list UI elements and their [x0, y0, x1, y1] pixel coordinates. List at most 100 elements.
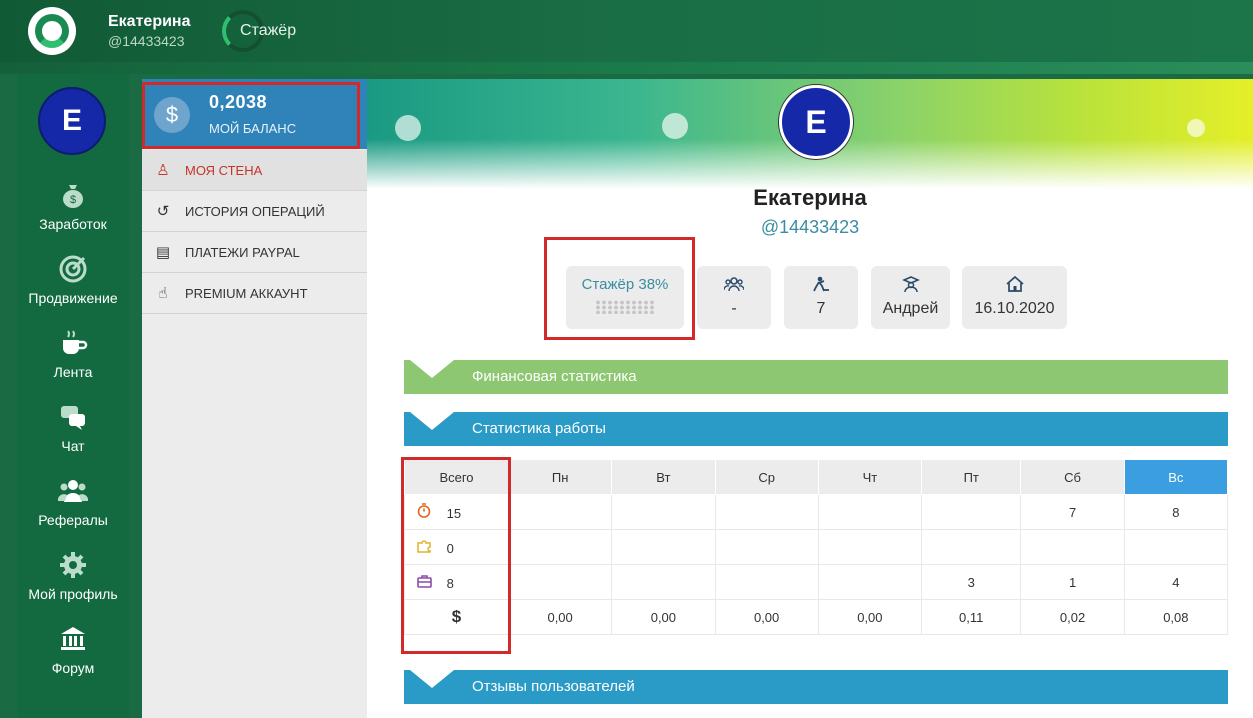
stat-card-mentor[interactable]: Андрей	[871, 266, 950, 329]
stat-card-joined[interactable]: 16.10.2020	[962, 266, 1067, 329]
chat-bubbles-icon	[61, 406, 85, 430]
table-cell: 0,02	[1020, 599, 1125, 635]
work-stats-table: Всего Пн Вт Ср Чт Пт Сб Вс 15 7 8 0 8 3 …	[404, 459, 1229, 635]
section-user-reviews[interactable]: Отзывы пользователей	[404, 670, 1228, 704]
table-cell	[817, 529, 923, 565]
column-header: Всего	[404, 459, 509, 495]
table-cell: 0,00	[611, 599, 716, 635]
top-user-name[interactable]: Екатерина	[108, 13, 190, 31]
table-cell	[611, 494, 716, 530]
stat-value: Андрей	[882, 300, 939, 317]
sub-menu: $ 0,2038 МОЙ БАЛАНС ♙ МОЯ СТЕНА ↺ ИСТОРИ…	[142, 79, 367, 718]
stat-card-referrals[interactable]: -	[697, 266, 771, 329]
stat-value: 7	[816, 300, 826, 317]
worker-icon	[784, 276, 858, 294]
table-header-row: Всего Пн Вт Ср Чт Пт Сб Вс	[404, 459, 1229, 495]
menu-item-premium[interactable]: ☝ PREMIUM АККАУНТ	[142, 273, 367, 314]
row-total: 15	[446, 506, 462, 521]
table-cell	[920, 494, 1022, 530]
top-bar: Екатерина @14433423 Стажёр	[0, 0, 1253, 62]
menu-item-label: PREMIUM АККАУНТ	[185, 285, 308, 301]
nav-label: Рефералы	[38, 512, 108, 528]
table-cell: 1	[1020, 564, 1125, 600]
column-header: Пн	[507, 459, 613, 495]
balance-label: МОЙ БАЛАНС	[209, 121, 297, 136]
app-logo[interactable]	[28, 7, 76, 55]
avatar[interactable]: Е	[38, 87, 106, 155]
table-cell	[714, 564, 819, 600]
table-cell	[920, 529, 1022, 565]
nav-item-referrals[interactable]: Рефералы	[17, 476, 129, 528]
nav-item-profile[interactable]: Мой профиль	[17, 550, 129, 602]
top-stripe	[0, 62, 1253, 74]
stat-value: -	[731, 300, 737, 317]
referrals-icon	[697, 276, 771, 294]
nav-label: Мой профиль	[28, 586, 118, 602]
money-bag-icon: $	[63, 185, 83, 208]
nav-item-forum[interactable]: Форум	[17, 624, 129, 676]
table-row: 0	[404, 529, 1229, 565]
chevron-down-icon	[410, 360, 454, 378]
nav-label: Лента	[53, 364, 93, 380]
nav-label: Чат	[61, 438, 85, 454]
table-cell	[714, 529, 819, 565]
nav-item-earnings[interactable]: $ Заработок	[17, 180, 129, 232]
profile-handle: @14433423	[760, 217, 860, 237]
column-header: Чт	[817, 459, 923, 495]
menu-item-my-wall[interactable]: ♙ МОЯ СТЕНА	[142, 150, 367, 191]
logo-ring-icon	[35, 14, 69, 48]
balance-panel[interactable]: $ 0,2038 МОЙ БАЛАНС	[142, 79, 367, 149]
stat-value: 16.10.2020	[974, 300, 1055, 317]
gear-icon	[60, 552, 86, 578]
wall-icon: ♙	[156, 162, 170, 179]
menu-item-history[interactable]: ↺ ИСТОРИЯ ОПЕРАЦИЙ	[142, 191, 367, 232]
table-row: 8 3 1 4	[404, 564, 1229, 600]
chevron-down-icon	[410, 412, 454, 430]
column-header: Ср	[714, 459, 819, 495]
clipboard-icon: ▤	[155, 244, 171, 261]
table-cell	[1123, 529, 1229, 565]
rank-card[interactable]: Стажёр 38%	[566, 266, 684, 329]
stat-card-works[interactable]: 7	[784, 266, 858, 329]
rank-progress-dots	[595, 300, 655, 314]
table-row: $ 0,00 0,00 0,00 0,00 0,11 0,02 0,08	[404, 599, 1229, 635]
table-cell: 8	[1123, 494, 1229, 530]
top-user-handle: @14433423	[108, 33, 185, 49]
table-cell	[817, 494, 923, 530]
section-work-stats[interactable]: Статистика работы	[404, 412, 1228, 446]
table-cell: 0,00	[817, 599, 923, 635]
table-cell: 0,00	[714, 599, 819, 635]
nav-item-feed[interactable]: Лента	[17, 328, 129, 380]
section-finance-stats[interactable]: Финансовая статистика	[404, 360, 1228, 394]
table-cell: 4	[1123, 564, 1229, 600]
top-rank-label[interactable]: Стажёр	[240, 22, 296, 40]
nav-item-promotion[interactable]: Продвижение	[17, 254, 129, 306]
briefcase-icon	[415, 574, 433, 591]
table-cell	[817, 564, 923, 600]
nav-item-chat[interactable]: Чат	[17, 402, 129, 454]
table-cell	[507, 564, 613, 600]
target-icon	[59, 255, 87, 283]
menu-item-label: ИСТОРИЯ ОПЕРАЦИЙ	[185, 203, 325, 219]
rank-label: Стажёр 38%	[581, 276, 669, 293]
column-header-sunday: Вс	[1123, 459, 1229, 495]
dollar-coin-icon: $	[154, 97, 190, 133]
nav-label: Заработок	[39, 216, 107, 232]
balance-amount: 0,2038	[209, 92, 268, 112]
table-cell: 7	[1020, 494, 1125, 530]
banner-glow	[395, 115, 421, 141]
banner-glow	[662, 113, 688, 139]
profile-avatar[interactable]: Е	[779, 85, 853, 159]
menu-item-label: МОЯ СТЕНА	[185, 162, 263, 178]
hand-pointer-icon: ☝	[158, 285, 168, 302]
table-cell: 0,00	[507, 599, 613, 635]
table-cell	[714, 494, 819, 530]
history-icon: ↺	[156, 203, 170, 220]
menu-item-paypal[interactable]: ▤ ПЛАТЕЖИ PAYPAL	[142, 232, 367, 273]
left-nav: Е $ Заработок Продвижение Лента Чат Рефе…	[17, 74, 129, 718]
table-row: 15 7 8	[404, 494, 1229, 530]
section-title: Финансовая статистика	[472, 368, 637, 385]
chevron-down-icon	[410, 670, 454, 688]
menu-item-label: ПЛАТЕЖИ PAYPAL	[185, 244, 300, 260]
row-total: 0	[446, 541, 454, 556]
